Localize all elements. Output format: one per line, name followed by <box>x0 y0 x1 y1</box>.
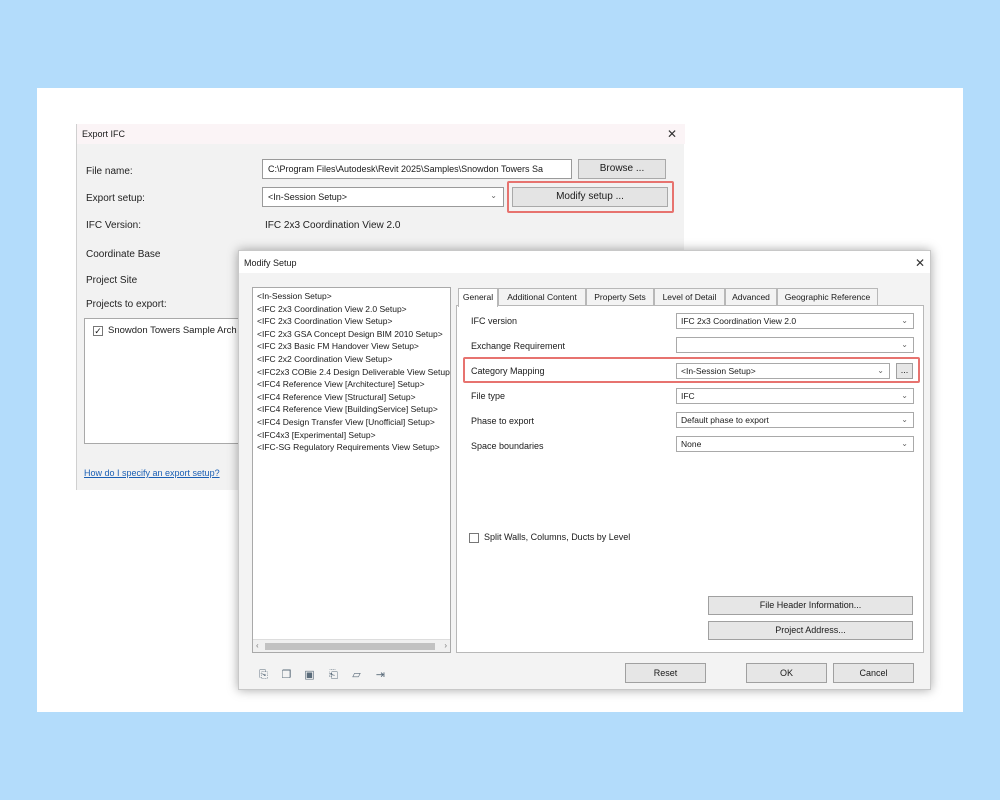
tab-general[interactable]: General <box>458 288 498 307</box>
file-name-input[interactable]: C:\Program Files\Autodesk\Revit 2025\Sam… <box>262 159 572 179</box>
general-tab-panel: IFC version IFC 2x3 Coordination View 2.… <box>456 305 924 653</box>
tab-level-of-detail[interactable]: Level of Detail <box>654 288 725 306</box>
help-link[interactable]: How do I specify an export setup? <box>84 468 220 478</box>
space-boundaries-value: None <box>681 439 702 449</box>
scroll-right-icon[interactable]: › <box>444 641 447 650</box>
space-boundaries-label: Space boundaries <box>471 441 544 451</box>
close-icon[interactable]: ✕ <box>667 127 677 141</box>
export-ifc-title: Export IFC <box>82 129 126 139</box>
chevron-down-icon: ⌄ <box>901 415 908 424</box>
ifc-version-value: IFC 2x3 Coordination View 2.0 <box>681 316 797 326</box>
modify-setup-title: Modify Setup <box>244 258 297 268</box>
tab-advanced[interactable]: Advanced <box>725 288 777 306</box>
delete-setup-icon[interactable]: ⎗ <box>327 669 340 682</box>
close-icon[interactable]: ✕ <box>915 256 925 270</box>
chevron-down-icon: ⌄ <box>901 340 908 349</box>
browse-button[interactable]: Browse ... <box>578 159 666 179</box>
ifc-version-label: IFC Version: <box>86 220 142 231</box>
export-setup-select[interactable]: <In-Session Setup> ⌄ <box>262 187 504 207</box>
ifc-version-label: IFC version <box>471 316 518 326</box>
list-item[interactable]: <IFC4 Design Transfer View [Unofficial] … <box>253 416 450 429</box>
tab-property-sets[interactable]: Property Sets <box>586 288 654 306</box>
list-item[interactable]: <In-Session Setup> <box>253 290 450 303</box>
list-item[interactable]: <IFC 2x3 Coordination View 2.0 Setup> <box>253 303 450 316</box>
modify-setup-titlebar: Modify Setup ✕ <box>239 251 930 273</box>
scroll-left-icon[interactable]: ‹ <box>256 641 259 650</box>
chevron-down-icon: ⌄ <box>901 391 908 400</box>
exchange-requirement-select[interactable]: ⌄ <box>676 337 914 353</box>
list-item[interactable]: <IFC4 Reference View [Structural] Setup> <box>253 391 450 404</box>
ifc-version-select[interactable]: IFC 2x3 Coordination View 2.0 ⌄ <box>676 313 914 329</box>
list-item[interactable]: <IFC-SG Regulatory Requirements View Set… <box>253 441 450 454</box>
export-setup-icon[interactable]: ⇥ <box>374 669 387 682</box>
phase-to-export-label: Phase to export <box>471 416 535 426</box>
modify-setup-dialog: Modify Setup ✕ <In-Session Setup> <IFC 2x… <box>238 250 931 690</box>
rename-setup-icon[interactable]: ▣ <box>303 669 316 682</box>
phase-to-export-select[interactable]: Default phase to export ⌄ <box>676 412 914 428</box>
chevron-down-icon: ⌄ <box>901 316 908 325</box>
export-setup-value: <In-Session Setup> <box>268 192 348 202</box>
list-item[interactable]: <IFC 2x2 Coordination View Setup> <box>253 353 450 366</box>
chevron-down-icon: ⌄ <box>490 191 497 200</box>
scrollbar-thumb[interactable] <box>265 643 435 650</box>
file-type-value: IFC <box>681 391 695 401</box>
list-item[interactable]: <IFC4 Reference View [BuildingService] S… <box>253 403 450 416</box>
file-name-label: File name: <box>86 166 133 177</box>
phase-to-export-value: Default phase to export <box>681 415 769 425</box>
reset-button[interactable]: Reset <box>625 663 706 683</box>
import-setup-icon[interactable]: ▱ <box>350 669 363 682</box>
project-site-label: Project Site <box>86 275 138 286</box>
tab-geographic-reference[interactable]: Geographic Reference <box>777 288 878 306</box>
project-checkbox[interactable]: ✓ <box>93 326 103 336</box>
list-item[interactable]: <IFC 2x3 Basic FM Handover View Setup> <box>253 340 450 353</box>
project-item-label: Snowdon Towers Sample Arch <box>108 325 237 336</box>
exchange-requirement-label: Exchange Requirement <box>471 341 566 351</box>
new-setup-icon[interactable]: ⎘ <box>257 669 270 682</box>
tab-additional-content[interactable]: Additional Content <box>498 288 586 306</box>
projects-to-export-label: Projects to export: <box>86 299 167 310</box>
cancel-button[interactable]: Cancel <box>833 663 914 683</box>
file-type-label: File type <box>471 391 506 401</box>
list-item[interactable]: <IFC 2x3 Coordination View Setup> <box>253 315 450 328</box>
split-walls-label: Split Walls, Columns, Ducts by Level <box>484 532 631 542</box>
list-item[interactable]: <IFC2x3 COBie 2.4 Design Deliverable Vie… <box>253 366 450 379</box>
modify-setup-highlight <box>507 181 674 213</box>
export-ifc-titlebar: Export IFC ✕ <box>77 124 685 144</box>
ifc-version-value: IFC 2x3 Coordination View 2.0 <box>265 220 401 231</box>
duplicate-setup-icon[interactable]: ❐ <box>280 669 293 682</box>
list-item[interactable]: <IFC 2x3 GSA Concept Design BIM 2010 Set… <box>253 328 450 341</box>
list-item[interactable]: <IFC4 Reference View [Architecture] Setu… <box>253 378 450 391</box>
file-type-select[interactable]: IFC ⌄ <box>676 388 914 404</box>
split-walls-checkbox[interactable] <box>469 533 479 543</box>
ok-button[interactable]: OK <box>746 663 827 683</box>
list-item[interactable]: <IFC4x3 [Experimental] Setup> <box>253 429 450 442</box>
setup-list: <In-Session Setup> <IFC 2x3 Coordination … <box>252 287 451 653</box>
space-boundaries-select[interactable]: None ⌄ <box>676 436 914 452</box>
category-mapping-highlight <box>463 357 920 383</box>
export-setup-label: Export setup: <box>86 193 145 204</box>
chevron-down-icon: ⌄ <box>901 439 908 448</box>
coordinate-base-label: Coordinate Base <box>86 249 161 260</box>
horizontal-scrollbar[interactable]: ‹ › <box>253 639 450 652</box>
project-address-button[interactable]: Project Address... <box>708 621 913 640</box>
file-header-information-button[interactable]: File Header Information... <box>708 596 913 615</box>
